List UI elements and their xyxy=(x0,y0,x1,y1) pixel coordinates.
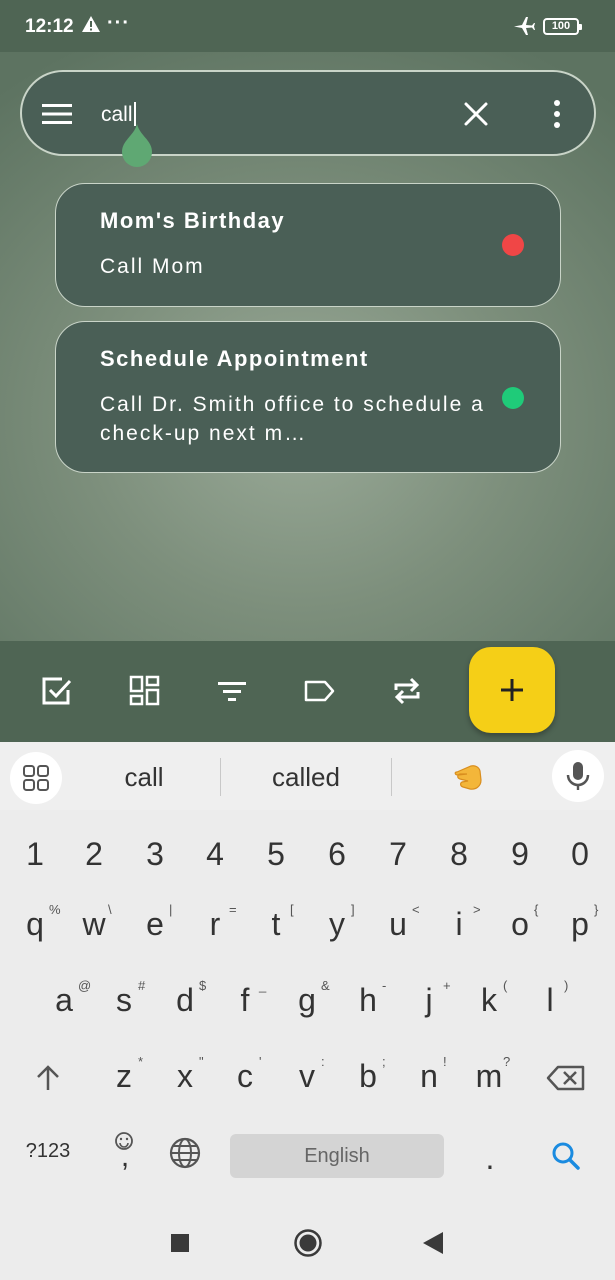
key-secondary-symbol: & xyxy=(321,978,330,993)
key[interactable]: 0 xyxy=(555,836,605,873)
backspace-icon[interactable] xyxy=(546,1064,586,1097)
key-secondary-symbol: | xyxy=(169,902,173,917)
key-secondary-symbol: @ xyxy=(78,978,92,993)
emoji-suggestion[interactable] xyxy=(453,758,485,799)
warning-icon xyxy=(81,14,101,39)
key-secondary-symbol: + xyxy=(443,978,451,993)
airplane-mode-icon xyxy=(512,14,536,43)
add-note-button[interactable] xyxy=(469,647,555,733)
key[interactable]: 5 xyxy=(251,836,301,873)
globe-icon[interactable] xyxy=(168,1136,202,1175)
filter-icon[interactable] xyxy=(215,674,249,713)
navigation-bar xyxy=(0,1206,615,1280)
suggestion-item[interactable]: called xyxy=(236,762,376,793)
note-color-dot xyxy=(502,387,524,409)
space-bar[interactable]: English xyxy=(230,1134,444,1178)
key-secondary-symbol: ? xyxy=(503,1054,511,1069)
key-secondary-symbol: * xyxy=(138,1054,144,1069)
note-body: Call Mom xyxy=(100,255,205,278)
menu-icon[interactable] xyxy=(42,102,74,131)
search-bar[interactable]: call xyxy=(20,70,596,167)
note-card[interactable]: Mom's Birthday Call Mom xyxy=(55,183,561,307)
divider xyxy=(391,758,392,796)
plus-icon xyxy=(501,679,523,701)
key-secondary-symbol: # xyxy=(138,978,146,993)
key-secondary-symbol: } xyxy=(594,902,599,917)
key[interactable]: 7 xyxy=(373,836,423,873)
repeat-icon[interactable] xyxy=(390,674,424,713)
note-body: Call Dr. Smith office to schedule a chec… xyxy=(100,393,485,445)
key[interactable]: 9 xyxy=(495,836,545,873)
key[interactable]: e xyxy=(130,906,180,943)
key[interactable]: 3 xyxy=(130,836,180,873)
key-secondary-symbol: ' xyxy=(259,1054,262,1069)
key-secondary-symbol: % xyxy=(49,902,61,917)
note-title: Schedule Appointment xyxy=(100,346,369,371)
notes-app: 12:12 ··· 100 call Mom's Birthday Call M… xyxy=(0,0,615,742)
key-secondary-symbol: " xyxy=(199,1054,204,1069)
note-color-dot xyxy=(502,234,524,256)
key[interactable]: 4 xyxy=(190,836,240,873)
soft-keyboard: call called 1 2 3 4 5 6 7 8 9 0 q% w \ e | r = t[y] u < i > o{… xyxy=(0,742,615,1206)
text-cursor xyxy=(133,102,136,126)
search-icon[interactable] xyxy=(550,1140,582,1177)
symbols-key[interactable]: ?123 xyxy=(12,1140,84,1163)
status-bar: 12:12 ··· 100 xyxy=(0,0,615,52)
voice-input-button[interactable] xyxy=(552,750,604,802)
key-secondary-symbol: _ xyxy=(259,978,267,993)
key-secondary-symbol: [ xyxy=(290,902,294,917)
key-secondary-symbol: \ xyxy=(108,902,112,917)
note-card[interactable]: Schedule Appointment Call Dr. Smith offi… xyxy=(55,321,561,473)
note-title: Mom's Birthday xyxy=(100,208,286,233)
label-icon[interactable] xyxy=(302,674,336,713)
shift-icon[interactable] xyxy=(32,1062,64,1099)
apps-grid-icon xyxy=(23,765,49,791)
key-secondary-symbol: ; xyxy=(382,1054,386,1069)
key-secondary-symbol: $ xyxy=(199,978,207,993)
shift-key[interactable] xyxy=(23,808,73,896)
divider xyxy=(220,758,221,796)
back-icon[interactable] xyxy=(423,1232,443,1259)
key-secondary-symbol: : xyxy=(321,1054,325,1069)
clear-search-icon[interactable] xyxy=(462,100,490,133)
key-secondary-symbol: < xyxy=(412,902,420,917)
key-secondary-symbol: ( xyxy=(503,978,508,993)
key[interactable]: 6 xyxy=(312,836,362,873)
grid-view-icon[interactable] xyxy=(128,674,162,713)
key-secondary-symbol: - xyxy=(382,978,387,993)
key[interactable]: c xyxy=(220,1058,270,1095)
period-key[interactable]: . xyxy=(465,1140,515,1177)
key-secondary-symbol: > xyxy=(473,902,481,917)
comma-key[interactable]: , xyxy=(100,1140,150,1174)
key-secondary-symbol: = xyxy=(229,902,237,917)
key-secondary-symbol: ] xyxy=(351,902,355,917)
search-query: call xyxy=(101,103,133,126)
recent-apps-icon[interactable] xyxy=(171,1234,189,1257)
suggestion-strip: call called xyxy=(0,742,615,810)
key-secondary-symbol: { xyxy=(534,902,539,917)
home-icon[interactable] xyxy=(293,1228,323,1263)
battery-indicator: 100 xyxy=(543,18,582,35)
microphone-icon xyxy=(566,762,590,790)
keyboard-apps-button[interactable] xyxy=(10,752,62,804)
key[interactable]: 8 xyxy=(434,836,484,873)
status-more-dots: ··· xyxy=(107,12,130,34)
key-secondary-symbol: ! xyxy=(443,1054,447,1069)
bottom-toolbar xyxy=(0,641,615,742)
key[interactable]: 2 xyxy=(69,836,119,873)
cursor-handle[interactable] xyxy=(120,124,154,168)
suggestion-item[interactable]: call xyxy=(84,762,204,793)
checkbox-icon[interactable] xyxy=(40,674,74,713)
key-secondary-symbol: ) xyxy=(564,978,569,993)
status-time: 12:12 xyxy=(25,16,74,37)
more-options-icon[interactable] xyxy=(552,99,562,134)
